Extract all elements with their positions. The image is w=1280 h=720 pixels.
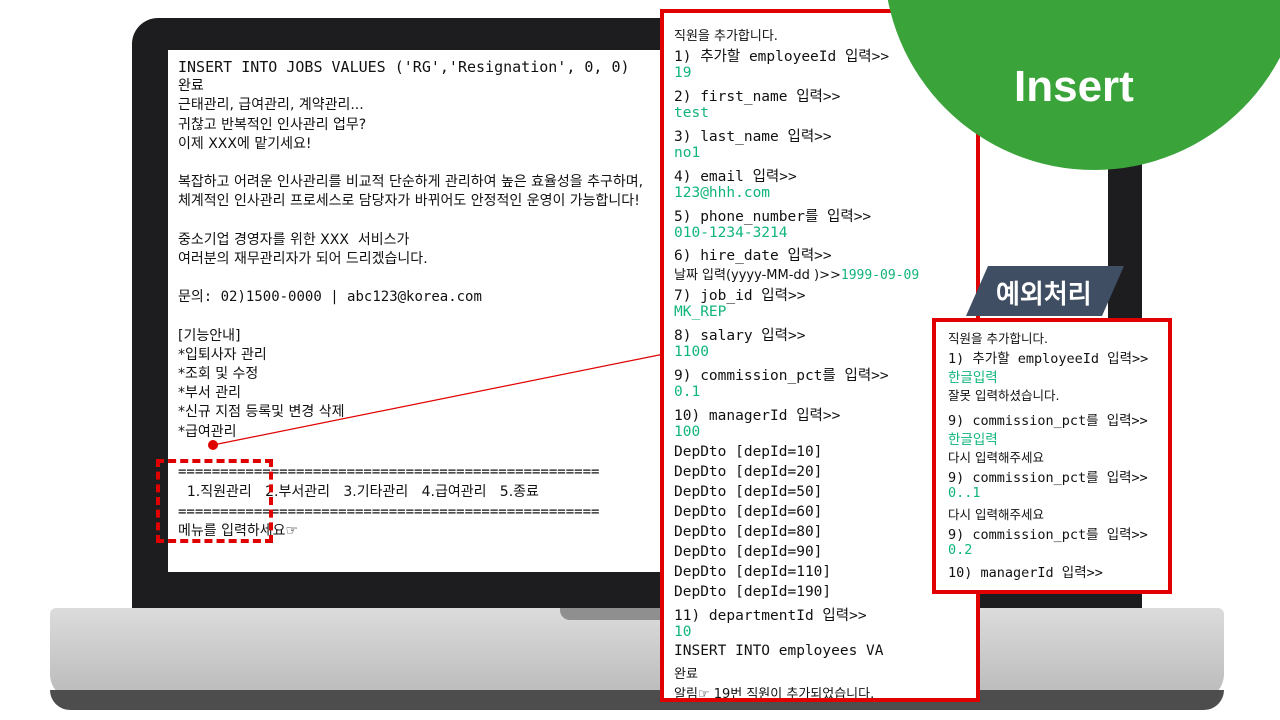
console-line: 날짜 입력(yyyy-MM-dd )>>1999-09-09 — [674, 264, 919, 283]
line-text: 직원을 추가합니다. — [674, 29, 778, 44]
date-input-value: 1999-09-09 — [840, 268, 920, 284]
console-line: DepDto [depId=90] — [674, 544, 822, 560]
line-text: DepDto [depId=80] — [674, 523, 823, 540]
console-line: 6) hire_date 입력>> — [674, 244, 832, 265]
console-line: 직원을 추가합니다. — [674, 25, 778, 44]
line-text: MK_REP — [674, 304, 727, 321]
console-line: 4) email 입력>> — [674, 165, 797, 186]
console-line: 2) first_name 입력>> — [674, 85, 840, 106]
console-line: 7) job_id 입력>> — [674, 284, 805, 305]
line-text: 123@hhh.com — [674, 184, 771, 201]
line-text: DepDto [depId=90] — [674, 543, 823, 560]
input-value-line: 0..1 — [948, 485, 981, 501]
exception-console-panel: 직원을 추가합니다. 1) 추가할 employeeId 입력>> 한글입력 잘못 입… — [932, 318, 1172, 594]
console-line: 10) managerId 입력>> — [674, 404, 840, 425]
input-value-line: 19 — [674, 65, 691, 81]
line-text: DepDto [depId=110] — [674, 563, 832, 580]
input-value-line: 0.1 — [674, 384, 700, 400]
console-line: 다시 입력해주세요 — [948, 450, 1044, 465]
input-value-line: 0.2 — [948, 542, 973, 558]
line-text: 8) salary 입력>> — [674, 328, 806, 345]
console-line: DepDto [depId=60] — [674, 504, 822, 520]
connector-dot — [208, 440, 218, 450]
console-line: 9) commission_pct를 입력>> — [948, 527, 1148, 543]
console-line: 잘못 입력하셨습니다. — [948, 388, 1060, 403]
console-line: 알림☞ 19번 직원이 추가되었습니다. — [674, 683, 875, 702]
input-value-line: 010-1234-3214 — [674, 225, 788, 241]
line-text: 19 — [674, 64, 692, 81]
line-text: 100 — [674, 424, 701, 440]
console-line: 9) commission_pct를 입력>> — [948, 413, 1148, 429]
line-text: 1) 추가할 employeeId 입력>> — [674, 48, 890, 65]
input-value-line: 100 — [674, 424, 700, 440]
line-text: 3) last_name 입력>> — [674, 128, 832, 145]
line-text: 7) job_id 입력>> — [674, 288, 806, 305]
line-text: 11) departmentId 입력>> — [674, 607, 867, 624]
console-line: DepDto [depId=190] — [674, 584, 831, 600]
console-line: 11) departmentId 입력>> — [674, 604, 867, 625]
line-text: no1 — [674, 144, 701, 161]
console-line: 9) commission_pct를 입력>> — [948, 470, 1148, 486]
console-line: 다시 입력해주세요 — [948, 507, 1044, 522]
line-text: 0.1 — [674, 384, 701, 401]
console-line: 8) salary 입력>> — [674, 324, 805, 345]
line-text: DepDto [depId=60] — [674, 503, 823, 520]
console-line: 3) last_name 입력>> — [674, 125, 832, 146]
line-text: test — [674, 104, 709, 121]
input-value-line: 1100 — [674, 344, 709, 360]
line-text: 9) commission_pct를 입력>> — [674, 368, 889, 385]
line-text: 날짜 입력(yyyy-MM-dd )>> — [674, 268, 841, 284]
menu-highlight-box — [156, 459, 273, 543]
console-line: 1) 추가할 employeeId 입력>> — [674, 45, 889, 66]
input-value-line: 10 — [674, 624, 691, 640]
console-line: DepDto [depId=50] — [674, 484, 822, 500]
input-value-line: test — [674, 105, 709, 121]
input-value-line: 123@hhh.com — [674, 185, 770, 201]
insert-badge-label: Insert — [1014, 62, 1134, 111]
line-text: DepDto [depId=50] — [674, 483, 823, 500]
exception-tag-label: 예외처리 — [996, 280, 1092, 310]
console-line: DepDto [depId=110] — [674, 564, 831, 580]
line-text: DepDto [depId=190] — [674, 583, 832, 600]
console-line: INSERT INTO employees VA — [674, 643, 884, 659]
line-text: 010-1234-3214 — [674, 224, 788, 241]
input-value-line: 한글입력 — [948, 432, 998, 448]
line-text: INSERT INTO employees VA — [674, 643, 884, 660]
console-line: 1) 추가할 employeeId 입력>> — [948, 351, 1149, 367]
input-value-line: no1 — [674, 145, 700, 161]
line-text: DepDto [depId=10] — [674, 443, 823, 460]
line-text: DepDto [depId=20] — [674, 463, 823, 480]
console-line: 5) phone_number를 입력>> — [674, 205, 871, 226]
input-value-line: 한글입력 — [948, 370, 998, 386]
console-line: 10) managerId 입력>> — [948, 565, 1103, 581]
line-text: 10 — [674, 623, 692, 640]
console-line: DepDto [depId=80] — [674, 524, 822, 540]
line-text: 1100 — [674, 344, 709, 361]
line-text: 2) first_name 입력>> — [674, 88, 841, 105]
line-text: 완료 — [674, 667, 698, 683]
input-value-line: MK_REP — [674, 304, 726, 320]
line-text: 6) hire_date 입력>> — [674, 248, 832, 265]
line-text: 10) managerId 입력>> — [674, 408, 841, 425]
line-text: 5) phone_number를 입력>> — [674, 208, 872, 225]
console-line: DepDto [depId=10] — [674, 444, 822, 460]
line-text: 4) email 입력>> — [674, 168, 797, 185]
console-line: 직원을 추가합니다. — [948, 331, 1048, 346]
console-line: 9) commission_pct를 입력>> — [674, 364, 889, 385]
console-line: 완료 — [674, 663, 698, 682]
console-line: DepDto [depId=20] — [674, 464, 822, 480]
line-text: 알림☞ 19번 직원이 추가되었습니다. — [674, 687, 875, 702]
